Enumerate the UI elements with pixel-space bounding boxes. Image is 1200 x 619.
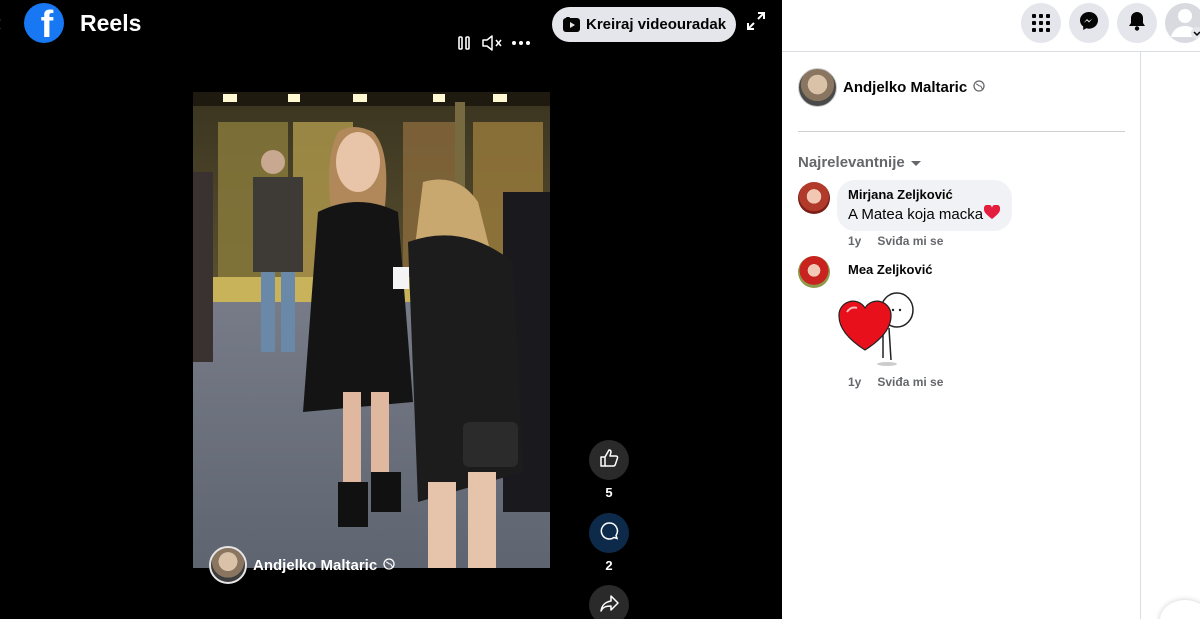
comment-time[interactable]: 1y: [848, 234, 861, 248]
heart-hug-sticker-icon: [837, 288, 915, 368]
comment-like-link[interactable]: Sviđa mi se: [877, 375, 943, 389]
create-reel-button[interactable]: Kreiraj videouradak: [552, 7, 736, 42]
comment-time[interactable]: 1y: [848, 375, 861, 389]
comment-like-link[interactable]: Sviđa mi se: [877, 234, 943, 248]
reels-viewer: ‹ f Reels Kreiraj videouradak: [0, 0, 782, 619]
share-button[interactable]: [589, 585, 629, 619]
comments-panel: Andjelko Maltaric Najrelevantnije Mirjan…: [782, 0, 1200, 619]
comment-author[interactable]: Mirjana Zeljković: [848, 187, 1000, 202]
messenger-button[interactable]: [1069, 3, 1109, 43]
comment-meta: 1y Sviđa mi se: [848, 375, 943, 389]
comment-text: A Matea koja macka: [848, 204, 1001, 223]
avatar[interactable]: [209, 546, 247, 584]
comment-meta: 1y Sviđa mi se: [848, 234, 943, 248]
like-button[interactable]: [589, 440, 629, 480]
profile-icon: [1165, 3, 1200, 43]
globe-icon: [973, 80, 985, 95]
page-title: Reels: [80, 10, 142, 36]
bell-icon: [1128, 11, 1146, 36]
grid-menu-icon: [1032, 14, 1050, 32]
pause-icon[interactable]: [456, 32, 472, 54]
reel-video[interactable]: [193, 92, 550, 568]
account-button[interactable]: [1165, 3, 1200, 43]
avatar[interactable]: [798, 256, 830, 288]
comment-button[interactable]: [589, 513, 629, 553]
sort-label: Najrelevantnije: [798, 154, 905, 171]
sort-comments-dropdown[interactable]: Najrelevantnije: [798, 154, 921, 171]
new-message-button[interactable]: [1160, 600, 1200, 619]
expand-icon[interactable]: [746, 11, 766, 31]
heart-emoji-icon: [983, 204, 1001, 223]
mute-icon[interactable]: [481, 32, 505, 54]
comment-count: 2: [605, 558, 613, 573]
globe-icon: [383, 557, 395, 573]
avatar[interactable]: [798, 68, 837, 107]
comment-author[interactable]: Mea Zeljković: [848, 262, 933, 277]
video-author-name[interactable]: Andjelko Maltaric: [253, 557, 377, 574]
post-author-name[interactable]: Andjelko Maltaric: [843, 79, 967, 96]
divider: [1140, 52, 1141, 619]
comment-bubble: Mirjana Zeljković A Matea koja macka: [837, 180, 1013, 231]
messenger-icon: [1079, 11, 1099, 36]
avatar[interactable]: [798, 182, 830, 214]
comment-text-content: A Matea koja macka: [848, 205, 984, 223]
menu-button[interactable]: [1021, 3, 1061, 43]
caret-down-icon: [910, 161, 921, 166]
video-camera-icon: [563, 17, 580, 32]
top-bar: [782, 0, 1200, 52]
divider: [798, 131, 1125, 132]
create-reel-label: Kreiraj videouradak: [586, 16, 727, 33]
post-author[interactable]: Andjelko Maltaric: [798, 68, 985, 107]
share-icon: [599, 594, 619, 617]
facebook-logo-icon[interactable]: f: [24, 3, 64, 43]
thumbs-up-icon: [599, 448, 619, 473]
more-options-icon[interactable]: [510, 32, 532, 54]
close-icon[interactable]: ‹: [0, 10, 8, 36]
comment-icon: [599, 521, 619, 546]
video-author[interactable]: Andjelko Maltaric: [209, 546, 395, 584]
notifications-button[interactable]: [1117, 3, 1157, 43]
like-count: 5: [605, 485, 613, 500]
